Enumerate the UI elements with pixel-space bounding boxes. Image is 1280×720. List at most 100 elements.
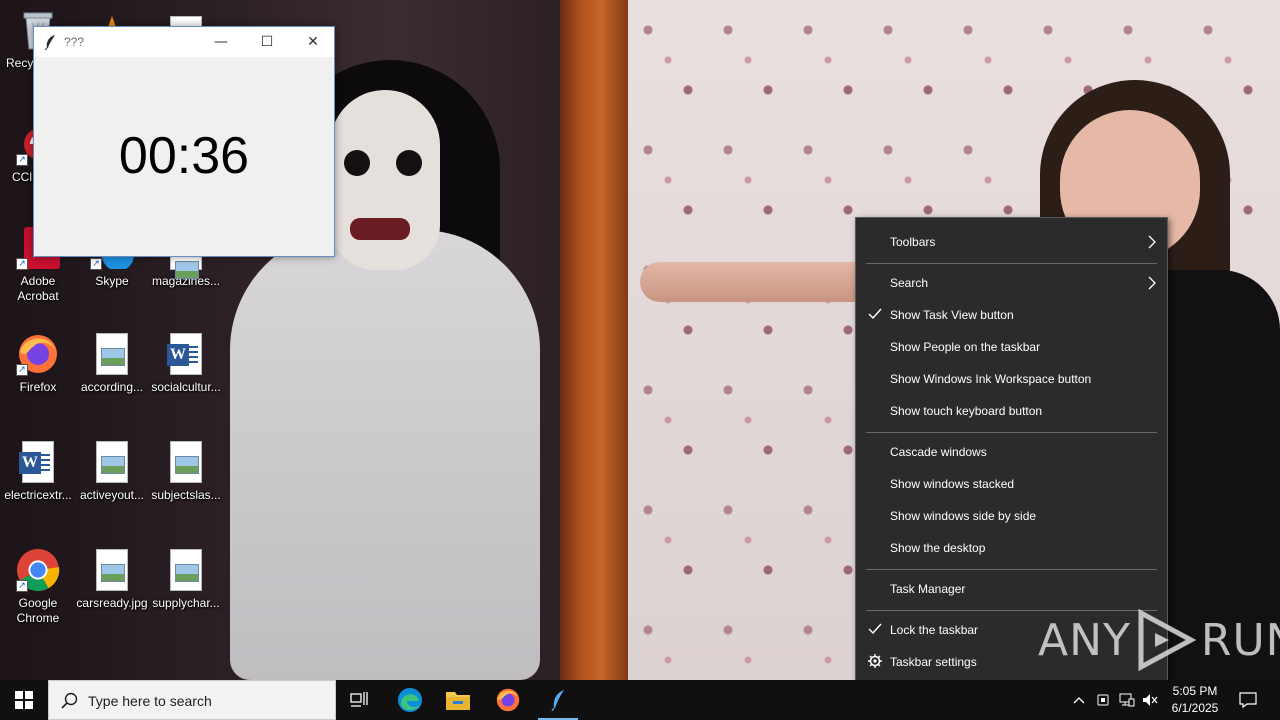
menu-item-label: Show windows stacked (890, 477, 1015, 491)
firefox-icon: ↗ (16, 332, 60, 376)
edge-icon (398, 688, 422, 712)
taskbar-file-explorer[interactable] (434, 680, 482, 720)
notification-center-button[interactable] (1234, 680, 1262, 720)
shortcut-arrow-icon: ↗ (90, 258, 102, 270)
checkmark-icon (868, 623, 882, 635)
desktop-icon-label: Google Chrome (16, 596, 60, 625)
tray-device-button[interactable] (1092, 680, 1114, 720)
clock-time: 5:05 PM (1172, 684, 1218, 698)
image-file-icon (164, 440, 208, 484)
desktop-icon-label: electricextr... (4, 488, 72, 502)
timer-window[interactable]: ??? — ☐ ✕ 00:36 (33, 26, 335, 257)
desktop-icon-label: Firefox (19, 380, 57, 394)
menu-item-windows-stacked[interactable]: Show windows stacked (856, 469, 1167, 499)
menu-item-label: Show Windows Ink Workspace button (890, 372, 1092, 386)
wallpaper-door-frame (560, 0, 630, 680)
word-document-icon: W (164, 332, 208, 376)
wallpaper-figure-hoodie (230, 230, 540, 680)
windows-logo-icon (15, 691, 33, 709)
desktop-icon-label: subjectslas... (151, 488, 221, 502)
desktop-icon-label: activeyout... (79, 488, 145, 502)
image-file-icon (90, 440, 134, 484)
device-icon (1097, 694, 1109, 706)
network-icon (1119, 693, 1135, 707)
feather-icon (44, 35, 55, 50)
notification-icon (1239, 692, 1257, 708)
timer-window-titlebar[interactable]: ??? — ☐ ✕ (34, 27, 334, 57)
image-file-icon (90, 332, 134, 376)
desktop-icon-electricextr[interactable]: W electricextr... (0, 440, 76, 503)
task-view-button[interactable] (336, 680, 384, 720)
word-document-icon: W (16, 440, 60, 484)
shortcut-arrow-icon: ↗ (16, 258, 28, 270)
play-triangle-icon (1138, 609, 1197, 671)
minimize-button[interactable]: — (198, 27, 244, 57)
menu-item-show-task-view[interactable]: Show Task View button (856, 300, 1167, 330)
menu-separator (866, 432, 1157, 433)
desktop-icon-according[interactable]: according... (74, 332, 150, 395)
shortcut-arrow-icon: ↗ (16, 580, 28, 592)
menu-item-show-touch-keyboard[interactable]: Show touch keyboard button (856, 396, 1167, 426)
desktop-icon-label: carsready.jpg (76, 596, 148, 610)
menu-item-label: Taskbar settings (890, 655, 977, 669)
desktop-icon-firefox[interactable]: ↗ Firefox (0, 332, 76, 395)
menu-separator (866, 263, 1157, 264)
image-file-icon (164, 548, 208, 592)
menu-item-cascade-windows[interactable]: Cascade windows (856, 437, 1167, 467)
timer-window-body: 00:36 (34, 57, 334, 256)
desktop-icon-supplychar[interactable]: supplychar... (148, 548, 224, 611)
feather-icon (551, 690, 564, 711)
desktop-icon-carsready[interactable]: carsready.jpg (74, 548, 150, 611)
menu-separator (866, 569, 1157, 570)
chevron-right-icon (1148, 276, 1156, 290)
menu-item-search[interactable]: Search (856, 268, 1167, 298)
watermark-text-left: ANY (1038, 614, 1131, 666)
wallpaper-figure-face (330, 90, 440, 270)
shortcut-arrow-icon: ↗ (16, 154, 28, 166)
search-placeholder: Type here to search (88, 693, 212, 709)
tray-network-button[interactable] (1116, 680, 1138, 720)
chrome-icon: ↗ (16, 548, 60, 592)
maximize-button[interactable]: ☐ (244, 27, 290, 57)
taskbar-firefox[interactable] (484, 680, 532, 720)
anyrun-watermark: ANY RUN (1038, 608, 1280, 672)
menu-item-show-ink-workspace[interactable]: Show Windows Ink Workspace button (856, 364, 1167, 394)
menu-item-label: Show People on the taskbar (890, 340, 1041, 354)
close-button[interactable]: ✕ (290, 27, 336, 57)
taskbar-search-box[interactable]: Type here to search (48, 680, 336, 720)
desktop-icon-socialcultur[interactable]: W socialcultur... (148, 332, 224, 395)
menu-item-label: Show windows side by side (890, 509, 1037, 523)
taskbar-timer-app[interactable] (534, 680, 582, 720)
wallpaper-figure-eye (396, 150, 422, 176)
show-hidden-icons-button[interactable] (1068, 680, 1090, 720)
menu-item-show-desktop[interactable]: Show the desktop (856, 533, 1167, 563)
start-button[interactable] (0, 680, 48, 720)
desktop-icon-activeyout[interactable]: activeyout... (74, 440, 150, 503)
checkmark-icon (868, 308, 882, 320)
menu-item-label: Cascade windows (890, 445, 987, 459)
menu-item-windows-side-by-side[interactable]: Show windows side by side (856, 501, 1167, 531)
chevron-right-icon (1148, 235, 1156, 249)
menu-item-task-manager[interactable]: Task Manager (856, 574, 1167, 604)
volume-muted-icon (1143, 694, 1158, 706)
taskbar-clock[interactable]: 5:05 PM 6/1/2025 (1160, 683, 1230, 717)
desktop-icon-label: according... (80, 380, 144, 394)
desktop-icon-label: Skype (95, 274, 129, 288)
taskbar-edge[interactable] (386, 680, 434, 720)
desktop-icon-label: socialcultur... (151, 380, 221, 394)
menu-item-label: Show Task View button (890, 308, 1014, 322)
menu-item-toolbars[interactable]: Toolbars (856, 227, 1167, 257)
desktop-icon-label: Adobe Acrobat (17, 274, 59, 303)
clock-date: 6/1/2025 (1171, 701, 1219, 715)
folder-icon (446, 692, 470, 710)
menu-item-label: Lock the taskbar (890, 623, 979, 637)
wallpaper-figure-mouth (350, 218, 410, 240)
desktop-icon-google-chrome[interactable]: ↗ Google Chrome (0, 548, 76, 626)
menu-item-show-people[interactable]: Show People on the taskbar (856, 332, 1167, 362)
menu-item-label: Task Manager (890, 582, 966, 596)
tray-volume-button[interactable] (1140, 680, 1160, 720)
taskbar: Type here to search 5:05 PM 6/1/2025 (0, 680, 1280, 720)
shortcut-arrow-icon: ↗ (16, 364, 28, 376)
desktop-icon-subjectslas[interactable]: subjectslas... (148, 440, 224, 503)
chevron-up-icon (1073, 697, 1085, 704)
